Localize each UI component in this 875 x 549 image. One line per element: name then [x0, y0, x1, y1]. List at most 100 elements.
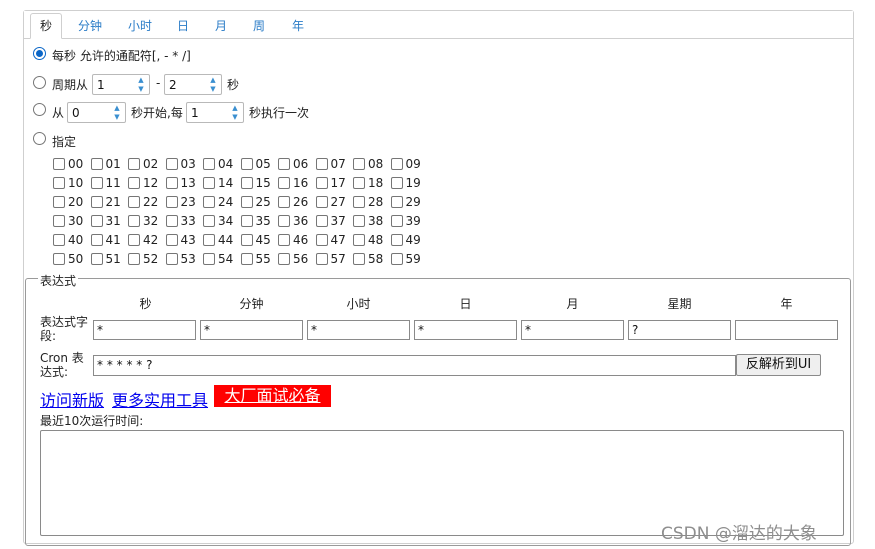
month-field[interactable]: * [521, 320, 624, 340]
stepper-up-icon[interactable]: ▲ [229, 104, 241, 112]
minute-field[interactable]: * [200, 320, 303, 340]
tab-month[interactable]: 月 [208, 14, 234, 39]
checkbox[interactable] [128, 234, 140, 246]
checkbox[interactable] [278, 253, 290, 265]
checkbox[interactable] [315, 234, 328, 246]
checkbox[interactable] [390, 158, 403, 170]
tab-minute[interactable]: 分钟 [70, 14, 110, 39]
checkbox[interactable] [315, 196, 328, 208]
checkbox[interactable] [390, 234, 403, 246]
tab-second[interactable]: 秒 [30, 13, 62, 39]
checkbox[interactable] [128, 158, 140, 170]
checkbox[interactable] [53, 158, 65, 170]
tab-day[interactable]: 日 [170, 14, 196, 39]
from-start-stepper[interactable]: 0 ▲ ▼ [67, 102, 126, 123]
week-field[interactable]: ? [628, 320, 731, 340]
checkbox[interactable] [315, 253, 328, 265]
radio-specify[interactable] [33, 132, 46, 145]
checkbox-label: 57 [330, 252, 346, 266]
stepper-down-icon[interactable]: ▼ [135, 85, 147, 93]
checkbox[interactable] [315, 158, 328, 170]
checkbox[interactable] [90, 215, 103, 227]
parse-to-ui-button[interactable]: 反解析到UI [736, 354, 821, 376]
year-field[interactable] [735, 320, 838, 340]
checkbox[interactable] [165, 177, 178, 189]
checkbox[interactable] [315, 215, 328, 227]
checkbox[interactable] [53, 234, 65, 246]
stepper-up-icon[interactable]: ▲ [207, 76, 219, 84]
tab-year[interactable]: 年 [285, 14, 311, 39]
checkbox[interactable] [53, 177, 65, 189]
radio-from-step[interactable] [33, 103, 46, 116]
checkbox[interactable] [203, 177, 215, 189]
checkbox[interactable] [90, 196, 103, 208]
checkbox[interactable] [53, 253, 65, 265]
checkbox[interactable] [165, 215, 178, 227]
link-more-tools[interactable]: 更多实用工具 [112, 387, 208, 411]
tab-hour[interactable]: 小时 [120, 14, 160, 39]
checkbox[interactable] [240, 177, 253, 189]
from-step-value: 1 [191, 106, 199, 120]
cycle-prefix-label: 周期从 [52, 78, 89, 92]
checkbox[interactable] [203, 215, 215, 227]
checkbox-label: 54 [218, 252, 234, 266]
checkbox[interactable] [128, 215, 140, 227]
checkbox[interactable] [353, 196, 365, 208]
checkbox[interactable] [278, 158, 290, 170]
checkbox[interactable] [128, 177, 140, 189]
checkbox[interactable] [203, 196, 215, 208]
checkbox[interactable] [165, 196, 178, 208]
stepper-down-icon[interactable]: ▼ [111, 113, 123, 121]
radio-every-second[interactable] [33, 47, 46, 60]
stepper-down-icon[interactable]: ▼ [207, 85, 219, 93]
stepper-up-icon[interactable]: ▲ [135, 76, 147, 84]
checkbox[interactable] [278, 196, 290, 208]
second-field[interactable]: * [93, 320, 196, 340]
checkbox[interactable] [165, 234, 178, 246]
checkbox[interactable] [353, 253, 365, 265]
promo-banner[interactable]: 大厂面试必备 [214, 385, 331, 407]
tab-week[interactable]: 周 [246, 14, 272, 39]
checkbox[interactable] [315, 177, 328, 189]
checkbox[interactable] [240, 215, 253, 227]
checkbox-label: 12 [143, 176, 159, 190]
checkbox[interactable] [353, 177, 365, 189]
checkbox[interactable] [240, 196, 253, 208]
cycle-to-stepper[interactable]: 2 ▲ ▼ [164, 74, 222, 95]
cycle-from-stepper[interactable]: 1 ▲ ▼ [92, 74, 150, 95]
stepper-down-icon[interactable]: ▼ [229, 113, 241, 121]
link-new-version[interactable]: 访问新版 [40, 387, 104, 411]
hour-field[interactable]: * [307, 320, 410, 340]
checkbox[interactable] [90, 177, 103, 189]
checkbox[interactable] [390, 215, 403, 227]
stepper-up-icon[interactable]: ▲ [111, 104, 123, 112]
day-field[interactable]: * [414, 320, 517, 340]
checkbox[interactable] [278, 215, 290, 227]
radio-cycle[interactable] [33, 76, 46, 89]
checkbox[interactable] [90, 253, 103, 265]
checkbox[interactable] [278, 177, 290, 189]
checkbox[interactable] [353, 215, 365, 227]
checkbox[interactable] [165, 158, 178, 170]
checkbox[interactable] [203, 234, 215, 246]
checkbox[interactable] [203, 253, 215, 265]
checkbox[interactable] [128, 196, 140, 208]
checkbox[interactable] [128, 253, 140, 265]
cron-expression-input[interactable]: * * * * * ? [93, 355, 736, 376]
checkbox[interactable] [53, 196, 65, 208]
checkbox[interactable] [240, 253, 253, 265]
checkbox[interactable] [390, 253, 403, 265]
checkbox[interactable] [353, 234, 365, 246]
checkbox[interactable] [203, 158, 215, 170]
from-step-stepper[interactable]: 1 ▲ ▼ [186, 102, 244, 123]
checkbox[interactable] [240, 234, 253, 246]
checkbox[interactable] [390, 177, 403, 189]
checkbox[interactable] [53, 215, 65, 227]
checkbox[interactable] [390, 196, 403, 208]
checkbox[interactable] [278, 234, 290, 246]
checkbox[interactable] [240, 158, 253, 170]
checkbox[interactable] [353, 158, 365, 170]
checkbox[interactable] [90, 158, 103, 170]
checkbox[interactable] [90, 234, 103, 246]
checkbox[interactable] [165, 253, 178, 265]
